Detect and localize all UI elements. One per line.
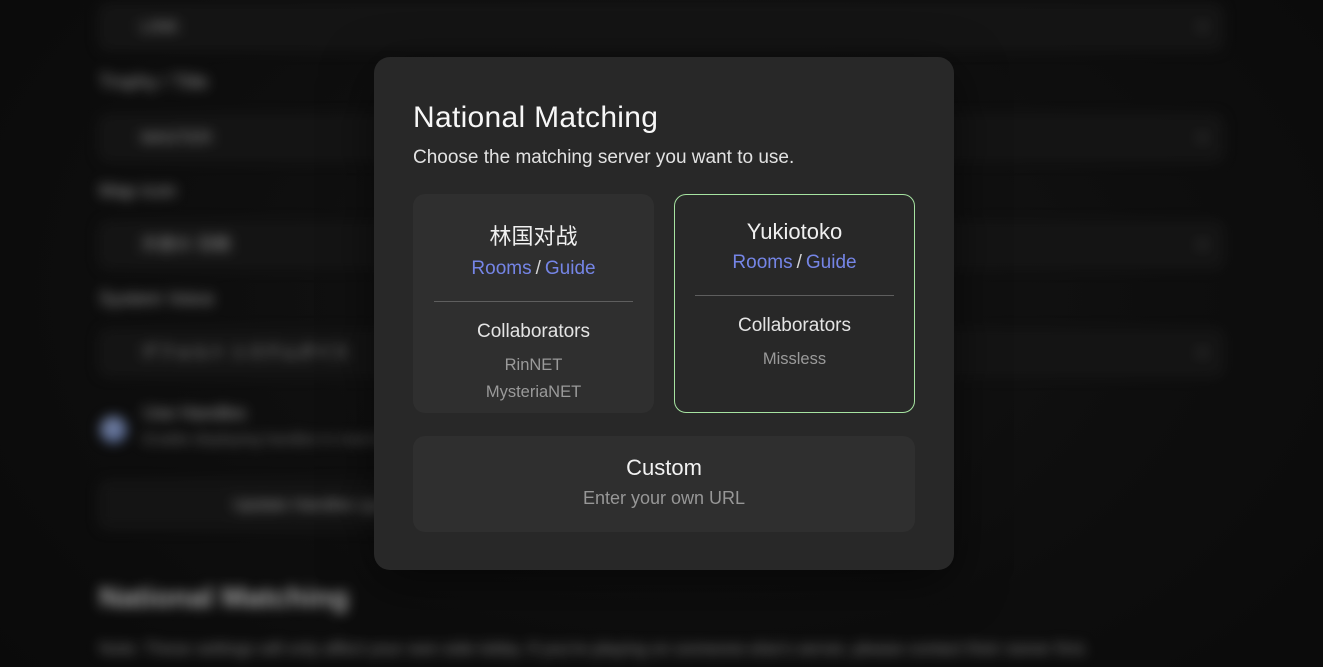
server-card-yukiotoko[interactable]: Yukiotoko Rooms/Guide Collaborators Miss… [674, 194, 915, 413]
modal-title: National Matching [413, 101, 915, 135]
guide-link[interactable]: Guide [806, 252, 857, 273]
rooms-link[interactable]: Rooms [732, 252, 792, 273]
card-divider [434, 301, 633, 302]
server-name: Yukiotoko [675, 219, 914, 245]
server-links: Rooms/Guide [414, 258, 653, 280]
link-separator: / [793, 252, 806, 273]
collaborator-name: Missless [675, 346, 914, 373]
guide-link[interactable]: Guide [545, 258, 596, 279]
collaborator-name: RinNET [414, 352, 653, 379]
modal-subtitle: Choose the matching server you want to u… [413, 147, 915, 169]
server-card-linguoduizhan[interactable]: 林国对战 Rooms/Guide Collaborators RinNET My… [413, 194, 654, 413]
card-divider [695, 295, 894, 296]
custom-card-subtitle: Enter your own URL [413, 488, 915, 509]
link-separator: / [532, 258, 545, 279]
national-matching-modal: National Matching Choose the matching se… [374, 57, 954, 570]
server-option-grid: 林国对战 Rooms/Guide Collaborators RinNET My… [413, 194, 915, 413]
collaborator-name: MysteriaNET [414, 379, 653, 406]
collaborators-label: Collaborators [414, 321, 653, 343]
server-name: 林国对战 [414, 219, 653, 251]
rooms-link[interactable]: Rooms [471, 258, 531, 279]
server-links: Rooms/Guide [675, 252, 914, 274]
custom-card-title: Custom [413, 455, 915, 481]
custom-server-card[interactable]: Custom Enter your own URL [413, 436, 915, 532]
collaborators-label: Collaborators [675, 315, 914, 337]
